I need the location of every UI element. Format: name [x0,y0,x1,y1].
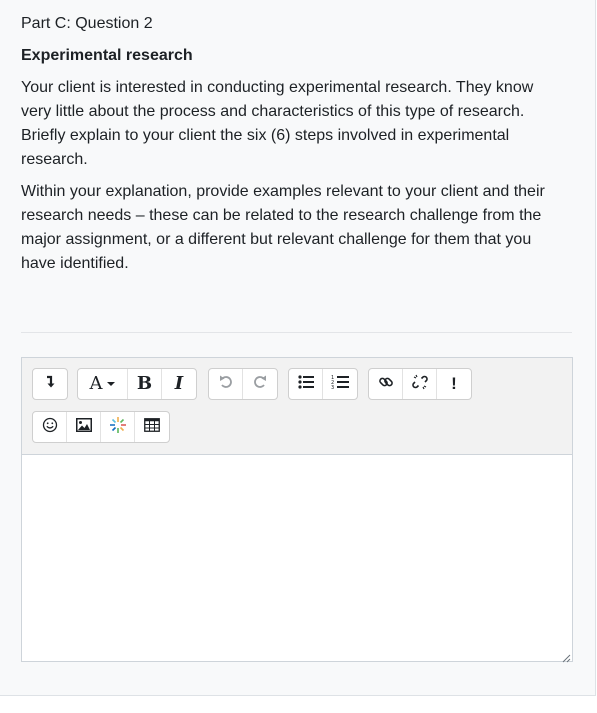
link-icon [378,374,394,395]
svg-text:3: 3 [331,385,334,390]
italic-button[interactable]: I [162,369,196,399]
editor-toolbar: A B I 1 2 3 ! [22,358,572,455]
redo-icon [252,374,268,395]
unordered-list-button[interactable] [289,369,323,399]
question-paragraph-2: Within your explanation, provide example… [21,183,545,272]
font-style-icon: A [90,375,116,393]
question-paragraph-1: Your client is interested in conducting … [21,79,534,168]
question-panel: Part C: Question 2 Experimental research… [0,0,596,696]
toolbar-group-style: A B I [77,368,197,400]
table-icon [144,417,160,437]
unlink-button[interactable] [403,369,437,399]
question-number: Part C: Question 2 [21,15,153,32]
image-button[interactable] [67,412,101,442]
toolbar-group-insert [32,411,170,443]
no-autolink-icon: ! [451,374,457,393]
collapse-button[interactable] [33,369,67,399]
ordered-list-icon: 123 [331,374,349,395]
media-icon [109,416,127,439]
answer-editor: A B I 1 2 3 ! [21,357,573,663]
emoji-icon [42,417,58,438]
resize-handle-icon[interactable] [561,650,571,663]
no-autolink-button[interactable]: ! [437,369,471,399]
unlink-icon [411,373,429,396]
emoji-button[interactable] [33,412,67,442]
question-heading: Experimental research [21,47,193,64]
toolbar-group-collapse [32,368,68,400]
link-button[interactable] [369,369,403,399]
font-style-button[interactable]: A [78,369,128,399]
ordered-list-button[interactable]: 123 [323,369,357,399]
italic-icon: I [174,373,184,394]
editor-content-area[interactable] [22,455,572,661]
toolbar-group-lists: 123 [288,368,358,400]
undo-icon [218,374,234,395]
toolbar-group-links: ! [368,368,472,400]
undo-button[interactable] [209,369,243,399]
unordered-list-icon [297,374,314,394]
table-button[interactable] [135,412,169,442]
bold-icon: B [136,373,153,394]
toolbar-group-history [208,368,278,400]
collapse-icon [44,375,56,394]
image-icon [75,417,92,437]
divider [21,332,572,333]
redo-button[interactable] [243,369,277,399]
bold-button[interactable]: B [128,369,162,399]
media-button[interactable] [101,412,135,442]
